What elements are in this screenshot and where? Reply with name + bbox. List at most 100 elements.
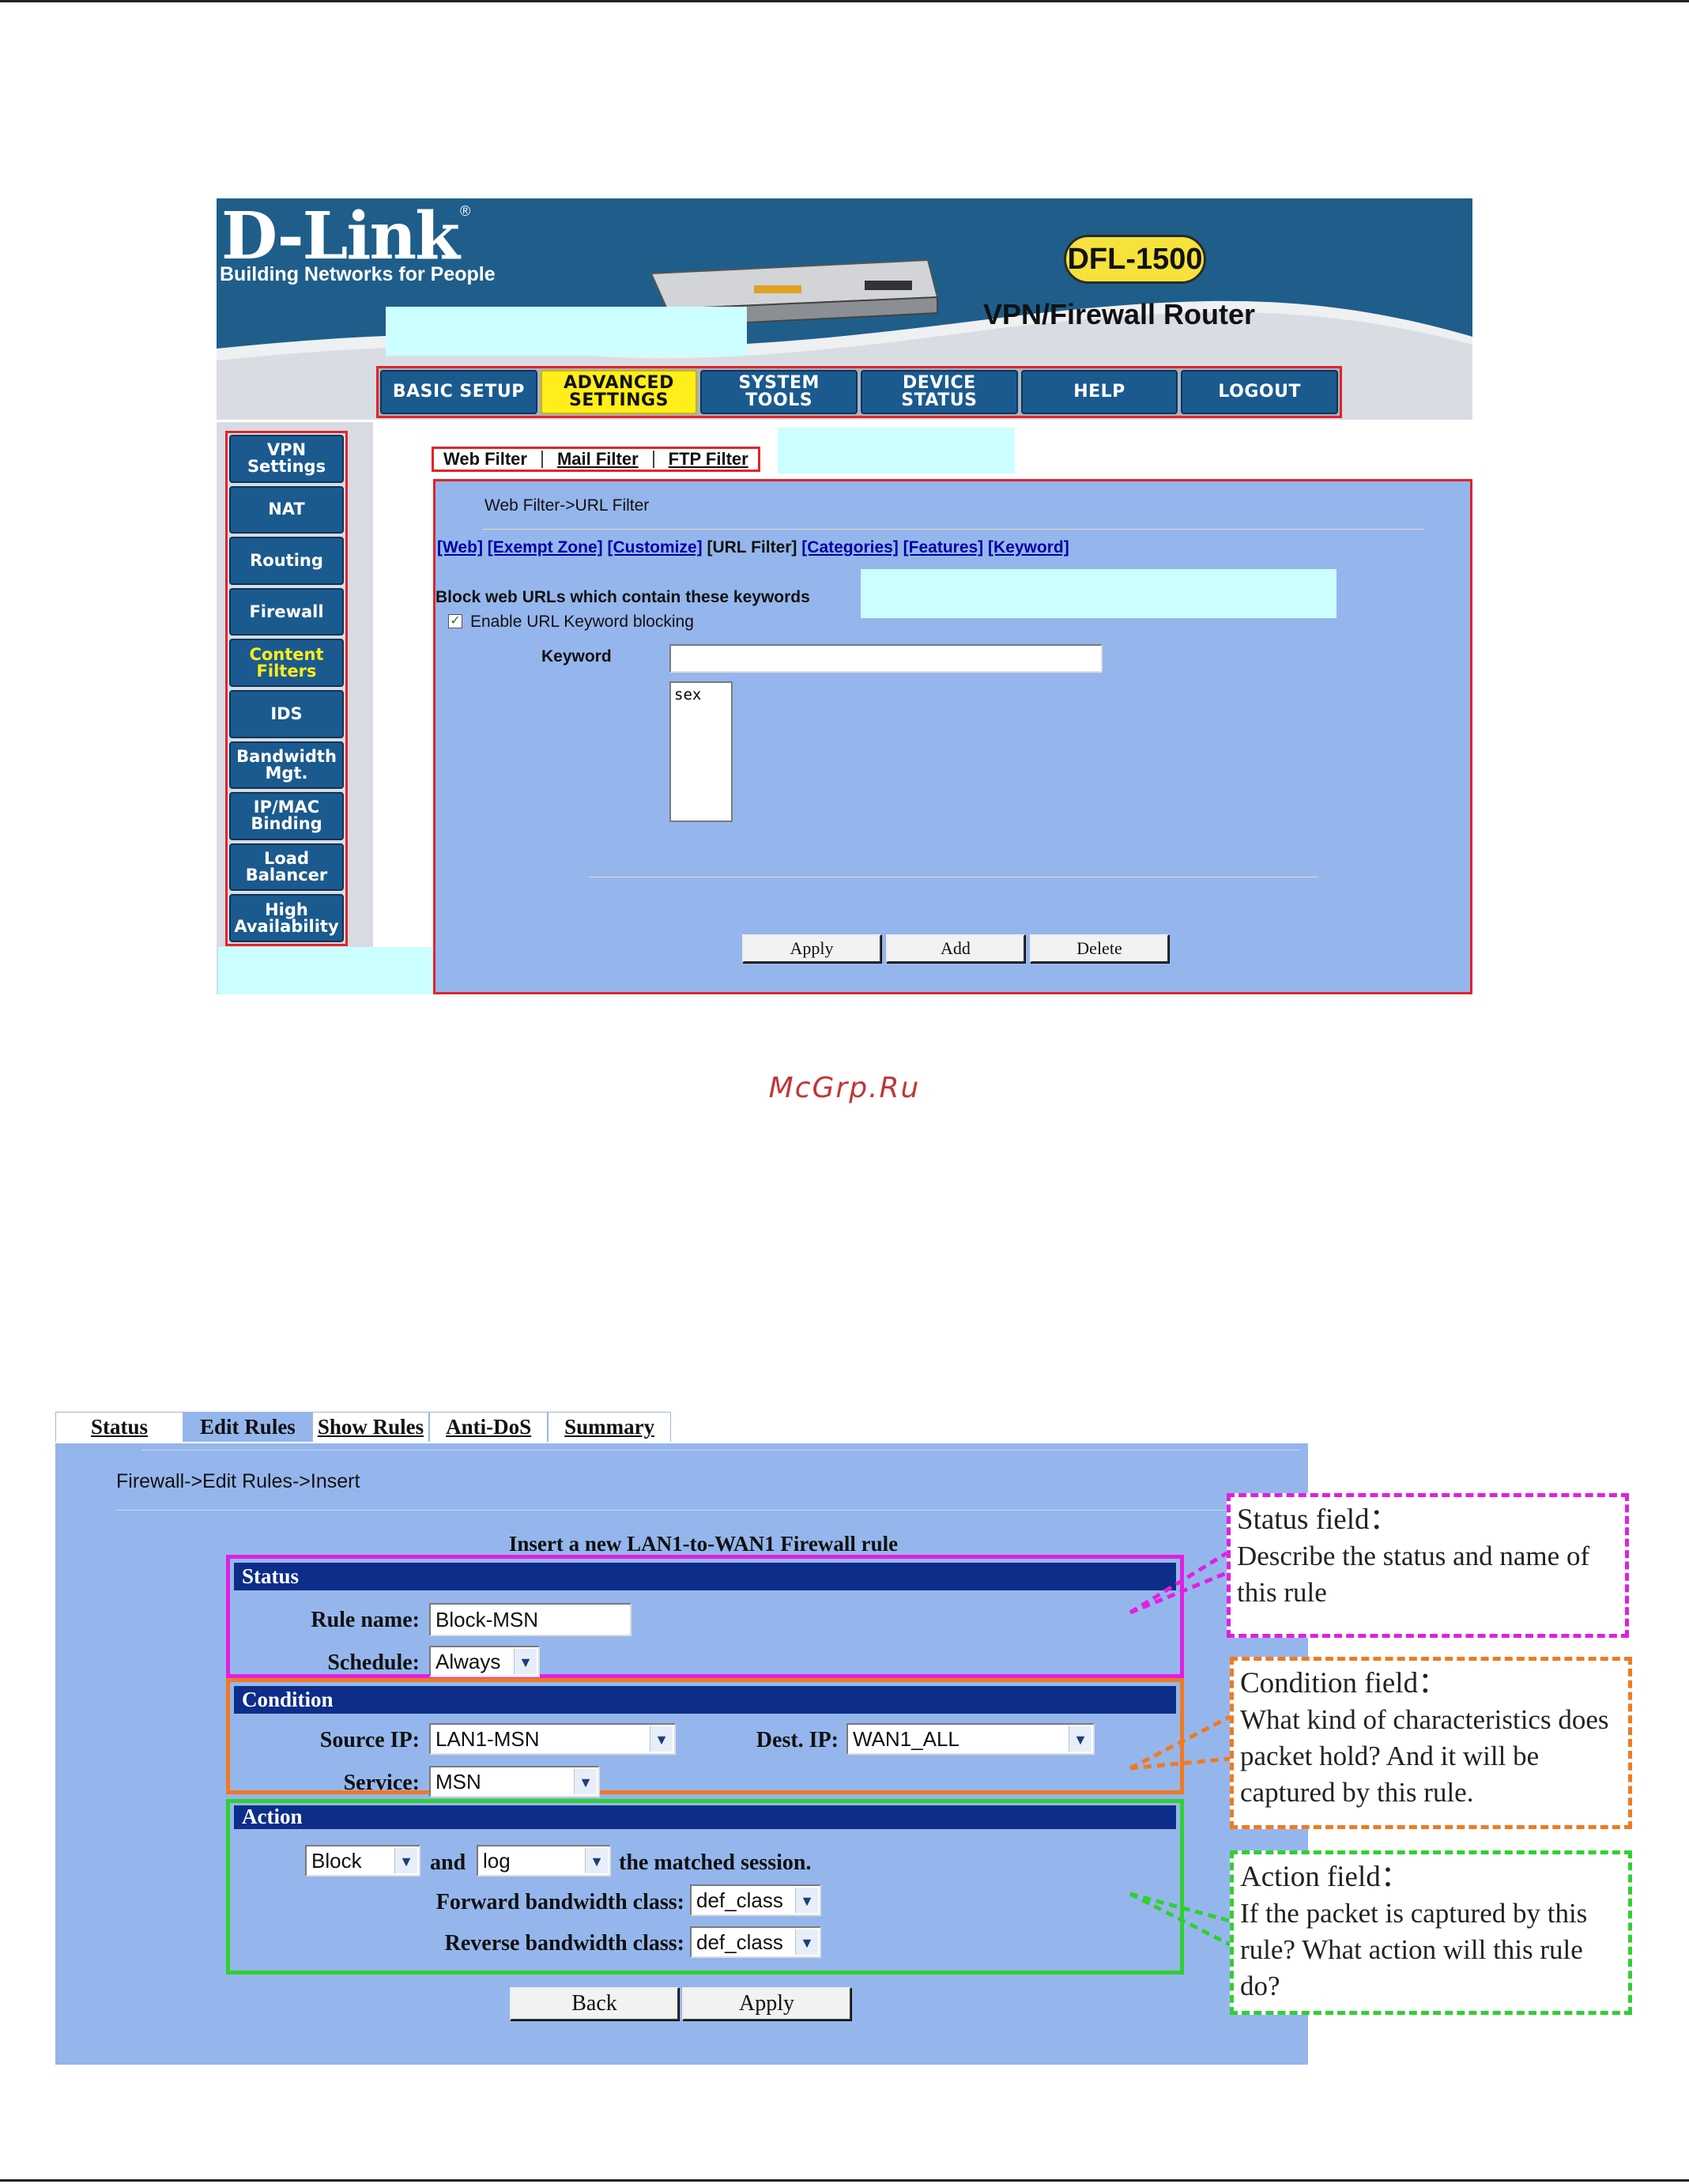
sidebar-item-ids[interactable]: IDS bbox=[229, 689, 344, 738]
keyword-label: Keyword bbox=[541, 647, 612, 666]
tab-divider bbox=[541, 451, 543, 468]
nav-logout[interactable]: LOGOUT bbox=[1181, 370, 1339, 414]
link-exempt-zone[interactable]: [Exempt Zone] bbox=[488, 538, 603, 556]
divider bbox=[116, 1510, 1301, 1511]
rule-title: Insert a new LAN1-to-WAN1 Firewall rule bbox=[508, 1532, 899, 1556]
breadcrumb: Firewall->Edit Rules->Insert bbox=[116, 1470, 360, 1492]
rule-name-label: Rule name: bbox=[311, 1608, 420, 1632]
keyword-input[interactable] bbox=[669, 644, 1103, 673]
edit-rules-panel: Firewall->Edit Rules->Insert Insert a ne… bbox=[55, 1443, 1308, 2065]
tab-mail-filter[interactable]: Mail Filter bbox=[557, 449, 639, 470]
brand-tagline: Building Networks for People bbox=[220, 263, 496, 285]
link-features[interactable]: [Features] bbox=[903, 538, 984, 556]
dest-ip-select[interactable]: WAN1_ALL ▼ bbox=[846, 1723, 1095, 1755]
nav-system-tools[interactable]: SYSTEM TOOLS bbox=[700, 370, 858, 414]
status-callout: Status field： Describe the status and na… bbox=[1227, 1493, 1629, 1638]
action-callout-title: Action field： bbox=[1240, 1861, 1410, 1893]
filter-tabs: Web Filter Mail Filter FTP Filter bbox=[432, 447, 760, 472]
add-button[interactable]: Add bbox=[886, 934, 1025, 963]
rule-name-input[interactable]: Block-MSN bbox=[429, 1603, 631, 1636]
enable-url-keyword-checkbox[interactable]: ✓ bbox=[448, 614, 462, 628]
section-title: Block web URLs which contain these keywo… bbox=[435, 588, 810, 606]
link-categories[interactable]: [Categories] bbox=[801, 538, 899, 556]
forward-bandwidth-label: Forward bandwidth class: bbox=[435, 1890, 684, 1914]
breadcrumb: Web Filter->URL Filter bbox=[484, 496, 650, 515]
url-filter-panel: Web Filter->URL Filter [Web] [Exempt Zon… bbox=[433, 479, 1472, 994]
action-value: Block bbox=[311, 1849, 362, 1873]
reverse-bandwidth-label: Reverse bandwidth class: bbox=[444, 1931, 684, 1956]
apply-button[interactable]: Apply bbox=[742, 934, 881, 963]
log-value: log bbox=[483, 1849, 511, 1873]
tab-anti-dos[interactable]: Anti-DoS bbox=[429, 1412, 549, 1442]
forward-bandwidth-select[interactable]: def_class ▼ bbox=[690, 1884, 821, 1916]
link-web[interactable]: [Web] bbox=[437, 538, 483, 556]
reverse-bandwidth-select[interactable]: def_class ▼ bbox=[690, 1926, 821, 1958]
side-navigation: VPN Settings NAT Routing Firewall Conten… bbox=[225, 431, 348, 946]
schedule-select[interactable]: Always ▼ bbox=[429, 1646, 540, 1677]
reverse-bandwidth-value: def_class bbox=[696, 1930, 783, 1954]
tab-divider bbox=[652, 451, 654, 468]
sidebar-item-ip-mac-binding[interactable]: IP/MAC Binding bbox=[229, 792, 344, 840]
registered-mark: ® bbox=[460, 203, 471, 219]
condition-callout-text: What kind of characteristics does packet… bbox=[1240, 1704, 1609, 1808]
nav-help[interactable]: HELP bbox=[1020, 370, 1178, 414]
dest-ip-value: WAN1_ALL bbox=[853, 1727, 959, 1751]
chevron-down-icon: ▼ bbox=[585, 1848, 608, 1873]
cyan-highlight-box bbox=[861, 569, 1336, 618]
sidebar-item-firewall[interactable]: Firewall bbox=[229, 587, 344, 636]
model-badge: DFL-1500 bbox=[1064, 235, 1206, 284]
tab-summary[interactable]: Summary bbox=[548, 1412, 672, 1442]
product-title: VPN/Firewall Router bbox=[982, 298, 1256, 330]
source-ip-label: Source IP: bbox=[319, 1728, 420, 1752]
tab-edit-rules[interactable]: Edit Rules bbox=[183, 1412, 312, 1442]
chevron-down-icon: ▼ bbox=[1069, 1726, 1091, 1752]
link-customize[interactable]: [Customize] bbox=[607, 538, 702, 556]
log-select[interactable]: log ▼ bbox=[477, 1845, 611, 1877]
forward-bandwidth-value: def_class bbox=[696, 1888, 783, 1912]
filter-sublinks: [Web] [Exempt Zone] [Customize] [URL Fil… bbox=[437, 538, 1069, 557]
tab-ftp-filter[interactable]: FTP Filter bbox=[669, 449, 748, 470]
service-label: Service: bbox=[343, 1771, 420, 1795]
dest-ip-label: Dest. IP: bbox=[756, 1728, 839, 1752]
action-select[interactable]: Block ▼ bbox=[305, 1845, 420, 1877]
chevron-down-icon: ▼ bbox=[795, 1888, 818, 1913]
status-header: Status bbox=[234, 1563, 1176, 1590]
sidebar-item-routing[interactable]: Routing bbox=[229, 537, 344, 585]
apply-button[interactable]: Apply bbox=[682, 1987, 851, 2020]
matched-session-label: the matched session. bbox=[619, 1850, 812, 1875]
service-value: MSN bbox=[435, 1770, 481, 1794]
service-select[interactable]: MSN ▼ bbox=[429, 1766, 600, 1797]
source-ip-value: LAN1-MSN bbox=[435, 1727, 540, 1751]
sidebar-item-vpn-settings[interactable]: VPN Settings bbox=[229, 435, 344, 483]
sidebar-item-nat[interactable]: NAT bbox=[229, 485, 344, 534]
firewall-tabs: Status Edit Rules Show Rules Anti-DoS Su… bbox=[55, 1412, 672, 1443]
status-section: Status Rule name: Block-MSN Schedule: Al… bbox=[226, 1555, 1184, 1678]
keyword-list[interactable]: sex bbox=[669, 681, 733, 822]
back-button[interactable]: Back bbox=[510, 1987, 679, 2020]
enable-url-keyword-label: Enable URL Keyword blocking bbox=[470, 613, 694, 631]
divider bbox=[483, 529, 1423, 530]
link-url-filter: [URL Filter] bbox=[707, 538, 797, 556]
bottom-rule bbox=[0, 2179, 1689, 2182]
action-header: Action bbox=[234, 1805, 1176, 1829]
schedule-value: Always bbox=[435, 1650, 501, 1673]
sidebar-item-high-availability[interactable]: High Availability bbox=[229, 894, 344, 942]
nav-device-status[interactable]: DEVICE STATUS bbox=[861, 370, 1018, 414]
action-callout: Action field： If the packet is captured … bbox=[1230, 1850, 1632, 2015]
sidebar-item-load-balancer[interactable]: Load Balancer bbox=[229, 843, 344, 892]
link-keyword[interactable]: [Keyword] bbox=[988, 538, 1069, 556]
tab-web-filter[interactable]: Web Filter bbox=[443, 449, 527, 470]
cyan-highlight-box bbox=[386, 307, 747, 356]
nav-basic-setup[interactable]: BASIC SETUP bbox=[380, 370, 537, 414]
tab-show-rules[interactable]: Show Rules bbox=[311, 1412, 430, 1442]
delete-button[interactable]: Delete bbox=[1030, 934, 1169, 963]
sidebar-item-content-filters[interactable]: Content Filters bbox=[229, 639, 344, 687]
chevron-down-icon: ▼ bbox=[574, 1769, 597, 1794]
sidebar-item-bandwidth-mgt[interactable]: Bandwidth Mgt. bbox=[229, 741, 344, 790]
condition-callout-title: Condition field： bbox=[1240, 1667, 1448, 1699]
action-callout-text: If the packet is captured by this rule? … bbox=[1240, 1898, 1588, 2001]
tab-status[interactable]: Status bbox=[55, 1412, 184, 1442]
nav-advanced-settings[interactable]: ADVANCED SETTINGS bbox=[540, 370, 698, 414]
source-ip-select[interactable]: LAN1-MSN ▼ bbox=[429, 1723, 676, 1755]
condition-section: Condition Source IP: LAN1-MSN ▼ Dest. IP… bbox=[226, 1678, 1184, 1797]
